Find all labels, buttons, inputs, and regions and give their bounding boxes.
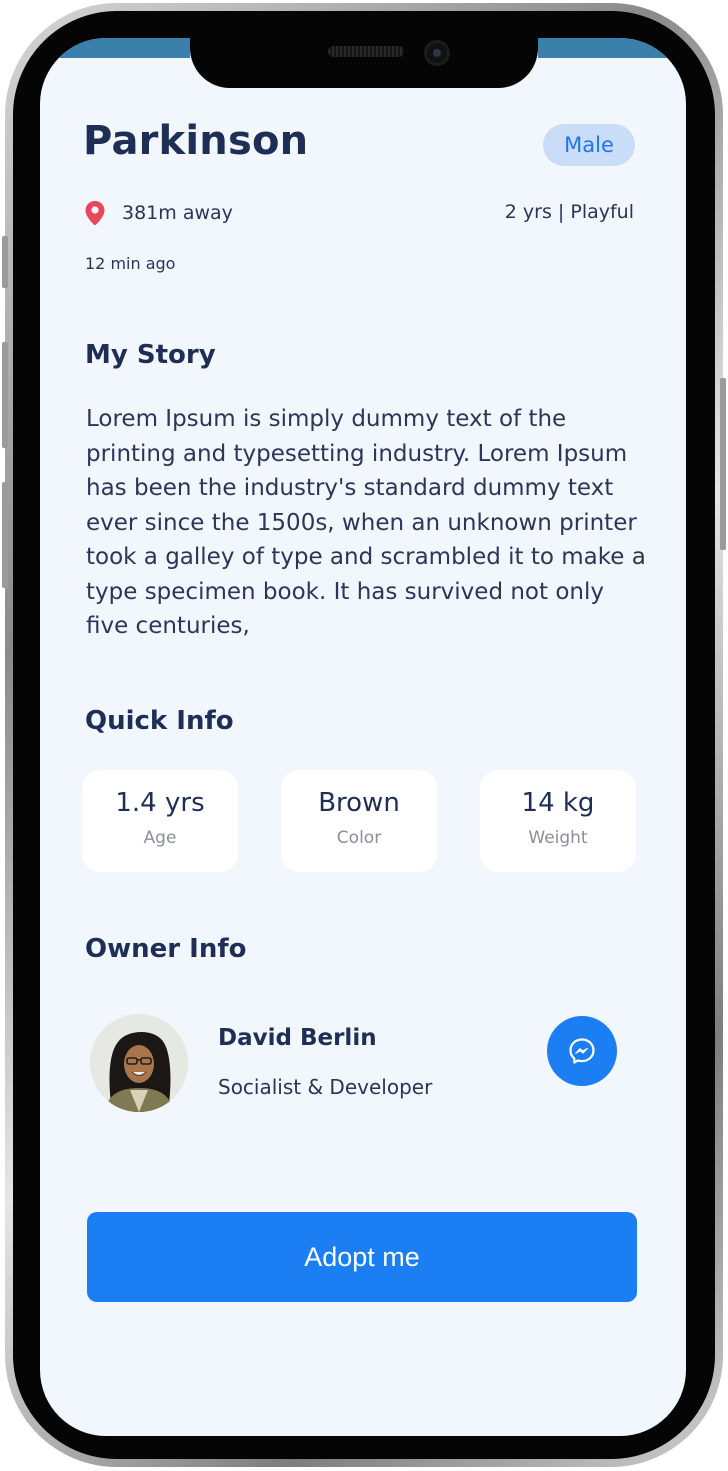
info-card-age: 1.4 yrs Age (82, 770, 238, 872)
volume-down-button (2, 482, 8, 588)
info-card-label: Color (336, 828, 382, 848)
info-card-label: Weight (528, 828, 588, 848)
gender-badge: Male (543, 124, 635, 166)
owner-name: David Berlin (218, 1025, 377, 1051)
front-camera (424, 40, 450, 66)
location-pin-icon (85, 201, 105, 226)
app-screen: Parkinson Male 381m away 2 yrs | Playful… (40, 38, 686, 1436)
earpiece-speaker (328, 46, 404, 57)
owner-info-heading: Owner Info (85, 934, 247, 964)
message-owner-button[interactable] (547, 1016, 617, 1086)
story-heading: My Story (85, 340, 216, 370)
info-card-value: 1.4 yrs (115, 788, 205, 818)
info-card-value: Brown (318, 788, 400, 818)
status-bar-left (40, 38, 190, 58)
info-card-value: 14 kg (521, 788, 595, 818)
info-card-weight: 14 kg Weight (480, 770, 636, 872)
info-card-label: Age (143, 828, 177, 848)
pet-name: Parkinson (83, 118, 309, 164)
story-text: Lorem Ipsum is simply dummy text of the … (86, 406, 646, 639)
power-button (720, 378, 726, 550)
location-row: 381m away (84, 200, 233, 226)
quick-info-heading: Quick Info (85, 706, 234, 736)
posted-time: 12 min ago (85, 254, 176, 273)
messenger-icon (569, 1038, 595, 1064)
adopt-button[interactable]: Adopt me (87, 1212, 637, 1302)
status-bar-right (538, 38, 686, 58)
volume-up-button (2, 342, 8, 448)
distance-text: 381m away (122, 202, 233, 224)
info-card-color: Brown Color (281, 770, 437, 872)
age-temperament: 2 yrs | Playful (504, 201, 634, 223)
mute-switch (2, 236, 8, 288)
owner-role: Socialist & Developer (218, 1075, 433, 1099)
owner-photo (90, 1014, 188, 1112)
owner-avatar[interactable] (90, 1014, 188, 1112)
notch (190, 38, 538, 88)
